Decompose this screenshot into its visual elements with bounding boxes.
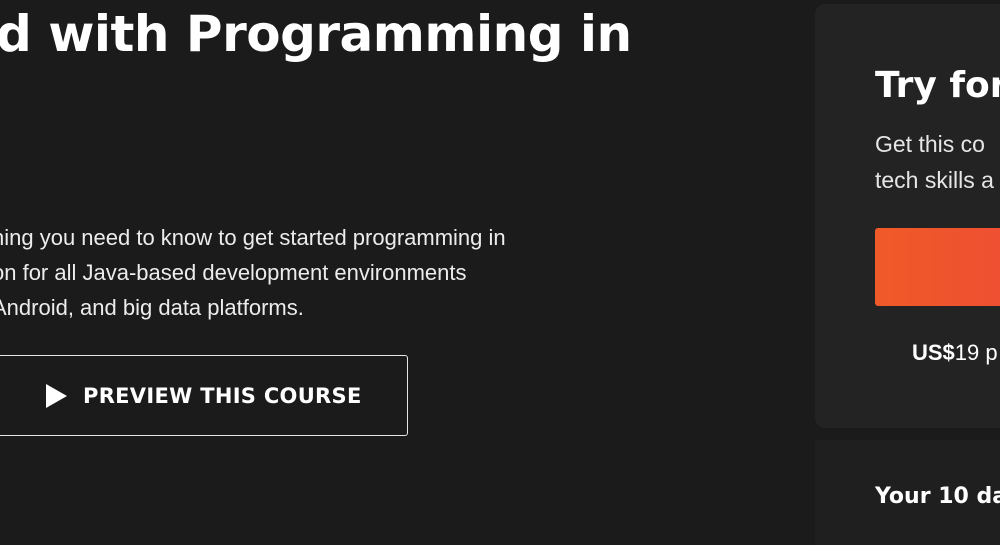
preview-course-button[interactable]: PREVIEW THIS COURSE — [0, 355, 408, 436]
price-value: 19 p — [954, 340, 998, 365]
trial-card-title: Try for — [875, 65, 1000, 106]
trial-card-text-line: Get this co — [875, 131, 985, 157]
price-currency: US$ — [912, 340, 955, 365]
course-description: hing you need to know to get started pro… — [0, 220, 632, 325]
course-title: d with Programming in — [0, 5, 632, 63]
free-trial-card: Try for Get this co tech skills a US$19 … — [815, 4, 1000, 428]
price-text: US$19 p — [912, 338, 998, 368]
course-description-line: Android, and big data platforms. — [0, 295, 304, 320]
play-icon — [46, 384, 67, 408]
trial-card-text-line: tech skills a — [875, 167, 994, 193]
course-description-line: on for all Java-based development enviro… — [0, 260, 467, 285]
trial-days-heading: Your 10 da — [875, 484, 1000, 509]
course-description-line: hing you need to know to get started pro… — [0, 225, 506, 250]
course-page: d with Programming in hing you need to k… — [0, 0, 1000, 545]
preview-course-label: PREVIEW THIS COURSE — [83, 384, 362, 408]
trial-card-text: Get this co tech skills a — [875, 126, 994, 198]
start-trial-button[interactable] — [875, 228, 1000, 306]
